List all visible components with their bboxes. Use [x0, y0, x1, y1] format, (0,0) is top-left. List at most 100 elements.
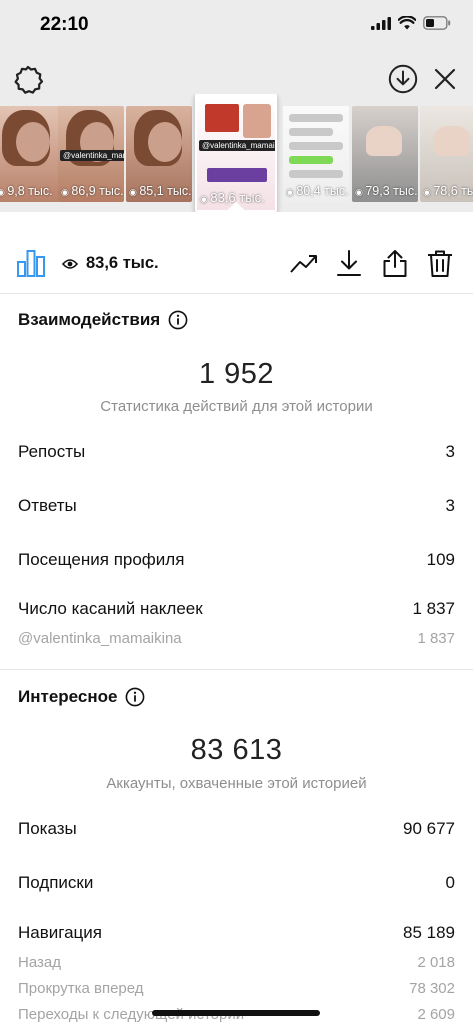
discovery-total: 83 613 — [190, 734, 283, 766]
stat-label: Подписки — [18, 873, 94, 892]
thumb-collage-graphic — [207, 168, 267, 182]
interactions-title: Взаимодействия — [18, 310, 161, 329]
stat-sub-label: Прокрутка вперед — [18, 980, 144, 997]
story-thumbnail[interactable]: ◉ 85,1 тыс. — [126, 106, 192, 202]
info-icon[interactable] — [125, 687, 145, 707]
thumb-views-count: ◉ 86,9 тыс. — [61, 184, 124, 198]
share-button[interactable] — [380, 248, 410, 278]
stat-label: Навигация — [18, 923, 102, 942]
story-thumbnail[interactable]: @valentinka_mamaikina ◉ 86,9 тыс. — [58, 106, 124, 202]
eye-icon: ◉ — [61, 187, 72, 197]
thumb-views-count: ◉ 78,6 тыс. — [423, 184, 473, 198]
stat-label: Число касаний наклеек — [18, 599, 203, 618]
stat-row-reposts: Репосты 3 — [18, 442, 455, 462]
thumb-photo-face — [16, 122, 50, 162]
thumb-photo-face — [148, 122, 182, 162]
stat-label: Показы — [18, 819, 77, 838]
stat-row-replies: Ответы 3 — [18, 496, 455, 516]
delete-button[interactable] — [425, 248, 455, 278]
thumb-photo-feet — [434, 126, 470, 156]
stat-row-sticker-taps: Число касаний наклеек 1 837 — [18, 599, 455, 619]
thumb-chat-line — [289, 156, 333, 164]
stat-value: 90 677 — [403, 819, 455, 838]
trash-icon — [428, 250, 452, 277]
thumb-views-text: 85,1 тыс. — [139, 184, 192, 198]
stat-subrow-forward: Прокрутка вперед 78 302 — [18, 980, 455, 997]
eye-icon: ◉ — [286, 187, 297, 197]
thumb-photo-feet — [366, 126, 402, 156]
save-story-button[interactable] — [388, 64, 418, 94]
stat-sub-value: 2 609 — [417, 1006, 455, 1023]
stat-value: 3 — [445, 496, 455, 515]
stat-row-impressions: Показы 90 677 — [18, 819, 455, 839]
battery-icon — [423, 16, 451, 30]
download-icon — [337, 250, 361, 276]
thumb-photo-hair — [2, 110, 50, 166]
stat-row-profile-visits: Посещения профиля 109 — [18, 550, 455, 570]
stat-value: 1 837 — [412, 599, 455, 618]
views-summary: 83,6 тыс. — [62, 254, 159, 273]
discovery-caption: Аккаунты, охваченные этой историей — [106, 775, 367, 792]
thumb-views-count: ◉ 80,4 тыс. — [286, 184, 349, 198]
info-icon[interactable] — [168, 310, 188, 330]
eye-icon — [62, 258, 78, 269]
story-stats-toolbar: 83,6 тыс. — [0, 212, 473, 294]
thumb-collage-graphic — [205, 104, 239, 132]
close-button[interactable] — [432, 66, 458, 92]
story-thumbnail[interactable]: ◉ 78,6 тыс. — [420, 106, 473, 202]
home-indicator[interactable] — [152, 1010, 320, 1016]
thumb-views-count: ◉ 85,1 тыс. — [129, 184, 192, 198]
thumb-chat-line — [289, 142, 343, 150]
interactions-heading: Взаимодействия — [18, 310, 188, 330]
promote-button[interactable] — [289, 248, 319, 278]
story-thumbnail-selected[interactable]: @valentinka_mamaikina ◉ 83,6 тыс. — [195, 94, 277, 212]
thumb-views-text: 80,4 тыс. — [296, 184, 349, 198]
eye-icon: ◉ — [423, 187, 434, 197]
trend-icon — [290, 255, 317, 273]
stat-value: 3 — [445, 442, 455, 461]
views-count: 83,6 тыс. — [86, 254, 159, 272]
stat-row-follows: Подписки 0 — [18, 873, 455, 893]
thumb-views-text: 78,6 тыс. — [433, 184, 473, 198]
interactions-total: 1 952 — [198, 358, 275, 390]
thumb-views-text: 9,8 тыс. — [7, 184, 53, 198]
stat-value: 85 189 — [403, 923, 455, 942]
eye-icon: ◉ — [200, 194, 211, 204]
thumb-mention-tag: @valentinka_mamaikina — [60, 150, 124, 161]
download-button[interactable] — [334, 248, 364, 278]
thumb-views-text: 86,9 тыс. — [71, 184, 124, 198]
thumb-photo-hair — [134, 110, 182, 166]
stat-value: 0 — [445, 873, 455, 892]
stat-row-navigation: Навигация 85 189 — [18, 923, 455, 943]
insights-tab[interactable] — [16, 248, 46, 278]
stat-subrow-back: Назад 2 018 — [18, 954, 455, 971]
section-divider — [0, 669, 473, 670]
eye-icon: ◉ — [129, 187, 140, 197]
stat-subrow-sticker-mention: @valentinka_mamaikina 1 837 — [18, 630, 455, 647]
thumb-views-count: ◉ 9,8 тыс. — [0, 184, 53, 198]
stat-sub-label: Назад — [18, 954, 61, 971]
stat-label: Ответы — [18, 496, 77, 515]
thumb-chat-line — [289, 128, 333, 136]
stat-sub-value: 1 837 — [417, 630, 455, 647]
story-thumbnail[interactable]: ◉ 79,3 тыс. — [352, 106, 418, 202]
stat-label: Репосты — [18, 442, 86, 461]
discovery-heading: Интересное — [18, 687, 145, 707]
story-thumbnail[interactable]: ◉ 9,8 тыс. — [0, 106, 60, 202]
thumb-chat-line — [289, 170, 343, 178]
story-thumbnail[interactable]: ◉ 80,4 тыс. — [283, 106, 349, 202]
stat-sub-label: @valentinka_mamaikina — [18, 630, 182, 647]
close-icon — [434, 68, 456, 90]
stat-value: 109 — [426, 550, 455, 569]
thumb-views-count: ◉ 83,6 тыс. — [200, 190, 265, 205]
eye-icon: ◉ — [355, 187, 366, 197]
settings-button[interactable] — [12, 64, 44, 96]
status-time: 22:10 — [40, 14, 89, 35]
status-icons — [371, 16, 451, 30]
thumb-chat-line — [289, 114, 343, 122]
gear-icon — [14, 65, 44, 94]
story-thumbnail-strip[interactable]: ◉ 9,8 тыс. @valentinka_mamaikina ◉ 86,9 ты… — [0, 94, 473, 212]
status-bar: 22:10 — [0, 0, 473, 50]
stat-label: Посещения профиля — [18, 550, 185, 569]
discovery-title: Интересное — [18, 687, 118, 706]
